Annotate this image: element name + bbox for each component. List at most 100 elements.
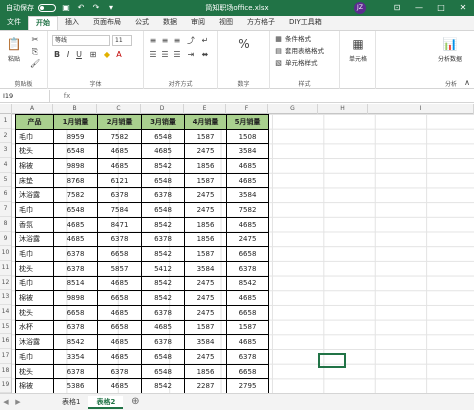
- sales-cell[interactable]: 6658: [226, 246, 269, 262]
- sales-cell[interactable]: 6548: [141, 128, 185, 145]
- product-cell[interactable]: 沐浴露: [15, 231, 54, 248]
- sales-cell[interactable]: 1587: [184, 172, 227, 189]
- tab-data[interactable]: 数据: [156, 16, 184, 30]
- row-header[interactable]: 17: [0, 349, 11, 364]
- sales-cell[interactable]: 6378: [226, 260, 269, 277]
- sales-cell[interactable]: 6378: [141, 304, 185, 321]
- cells-button[interactable]: ▦ 单元格: [346, 35, 370, 63]
- col-header[interactable]: F: [226, 104, 268, 114]
- sales-cell[interactable]: 6378: [97, 363, 142, 380]
- sales-cell[interactable]: 5386: [53, 378, 98, 393]
- cell-styles-button[interactable]: ▧ 单元格样式: [274, 58, 317, 68]
- product-cell[interactable]: 枕头: [15, 143, 54, 160]
- product-cell[interactable]: 床垫: [15, 172, 54, 189]
- sales-cell[interactable]: 9898: [53, 290, 98, 306]
- indent-icon[interactable]: ⇥: [186, 50, 196, 60]
- col-header[interactable]: I: [368, 104, 474, 114]
- sales-cell[interactable]: 4685: [226, 334, 269, 350]
- redo-icon[interactable]: ↷: [91, 3, 101, 13]
- header-cell[interactable]: 4月销量: [184, 114, 227, 130]
- underline-icon[interactable]: U: [74, 50, 84, 60]
- sales-cell[interactable]: 4685: [97, 143, 142, 160]
- sheet-prev-icon[interactable]: ◀: [0, 398, 12, 406]
- collapse-ribbon-icon[interactable]: ∧: [462, 78, 472, 88]
- copy-icon[interactable]: ⎘: [30, 47, 40, 57]
- sales-cell[interactable]: 2287: [184, 378, 227, 393]
- sales-cell[interactable]: 3584: [226, 143, 269, 160]
- row-header[interactable]: 15: [0, 320, 11, 335]
- italic-icon[interactable]: I: [63, 50, 73, 60]
- col-header[interactable]: D: [141, 104, 184, 114]
- sales-cell[interactable]: 3584: [226, 187, 269, 204]
- product-cell[interactable]: 毛巾: [15, 246, 54, 262]
- sales-cell[interactable]: 1508: [226, 128, 269, 145]
- product-cell[interactable]: 沐浴露: [15, 187, 54, 204]
- border-icon[interactable]: ⊞: [88, 50, 98, 60]
- row-header[interactable]: 1: [0, 114, 11, 129]
- row-header[interactable]: 12: [0, 276, 11, 291]
- sales-cell[interactable]: 6548: [141, 202, 185, 218]
- product-cell[interactable]: 棉被: [15, 158, 54, 174]
- fill-color-icon[interactable]: ◆: [102, 50, 112, 60]
- sales-cell[interactable]: 6378: [141, 187, 185, 204]
- sales-cell[interactable]: 8542: [141, 378, 185, 393]
- col-header[interactable]: C: [97, 104, 141, 114]
- align-middle-icon[interactable]: ≡: [160, 36, 170, 46]
- sales-cell[interactable]: 6378: [53, 363, 98, 380]
- font-name-select[interactable]: 等线: [52, 35, 110, 46]
- sales-cell[interactable]: 6378: [226, 349, 269, 365]
- tab-fangfanggezi[interactable]: 方方格子: [240, 16, 282, 30]
- row-header[interactable]: 6: [0, 187, 11, 203]
- format-painter-icon[interactable]: 🖌: [30, 59, 40, 69]
- sales-cell[interactable]: 6121: [97, 172, 142, 189]
- sales-cell[interactable]: 8542: [226, 275, 269, 292]
- sales-cell[interactable]: 7582: [97, 128, 142, 145]
- row-header[interactable]: 5: [0, 173, 11, 188]
- sales-cell[interactable]: 2475: [184, 202, 227, 218]
- sales-cell[interactable]: 6548: [53, 202, 98, 218]
- sales-cell[interactable]: 6548: [141, 349, 185, 365]
- sales-cell[interactable]: 4685: [97, 304, 142, 321]
- product-cell[interactable]: 毛巾: [15, 202, 54, 218]
- sales-cell[interactable]: 2475: [226, 231, 269, 248]
- sales-cell[interactable]: 3354: [53, 349, 98, 365]
- sales-cell[interactable]: 6378: [53, 246, 98, 262]
- row-header[interactable]: 7: [0, 202, 11, 217]
- tab-home[interactable]: 开始: [28, 16, 58, 30]
- sheet-tab-2[interactable]: 表格2: [88, 395, 124, 409]
- sales-cell[interactable]: 6378: [141, 334, 185, 350]
- sales-cell[interactable]: 1856: [184, 216, 227, 233]
- sales-cell[interactable]: 8542: [141, 246, 185, 262]
- sales-cell[interactable]: 6548: [141, 363, 185, 380]
- sales-cell[interactable]: 5857: [97, 260, 142, 277]
- align-right-icon[interactable]: ☰: [172, 50, 182, 60]
- sales-cell[interactable]: 1587: [184, 128, 227, 145]
- align-bottom-icon[interactable]: ≡: [172, 36, 182, 46]
- header-cell[interactable]: 3月销量: [141, 114, 185, 130]
- sales-cell[interactable]: 4685: [97, 378, 142, 393]
- tab-page-layout[interactable]: 页面布局: [86, 16, 128, 30]
- row-header[interactable]: 8: [0, 217, 11, 232]
- header-cell[interactable]: 5月销量: [226, 114, 269, 130]
- font-size-select[interactable]: 11: [112, 35, 132, 46]
- row-header[interactable]: 13: [0, 290, 11, 305]
- product-cell[interactable]: 香氛: [15, 216, 54, 233]
- row-header[interactable]: 3: [0, 143, 11, 159]
- product-cell[interactable]: 毛巾: [15, 275, 54, 292]
- user-avatar[interactable]: JZ: [354, 2, 366, 14]
- sales-cell[interactable]: 1587: [226, 319, 269, 336]
- align-left-icon[interactable]: ☰: [148, 50, 158, 60]
- sales-cell[interactable]: 1587: [184, 246, 227, 262]
- sales-cell[interactable]: 6658: [97, 319, 142, 336]
- sales-cell[interactable]: 8959: [53, 128, 98, 145]
- sales-cell[interactable]: 2475: [184, 304, 227, 321]
- tab-formulas[interactable]: 公式: [128, 16, 156, 30]
- sales-cell[interactable]: 6378: [53, 319, 98, 336]
- row-header[interactable]: 9: [0, 232, 11, 247]
- sales-cell[interactable]: 2475: [184, 349, 227, 365]
- sales-cell[interactable]: 6548: [141, 172, 185, 189]
- sales-cell[interactable]: 4685: [141, 319, 185, 336]
- sales-cell[interactable]: 6658: [226, 363, 269, 380]
- sales-cell[interactable]: 8542: [141, 216, 185, 233]
- sales-cell[interactable]: 6658: [53, 304, 98, 321]
